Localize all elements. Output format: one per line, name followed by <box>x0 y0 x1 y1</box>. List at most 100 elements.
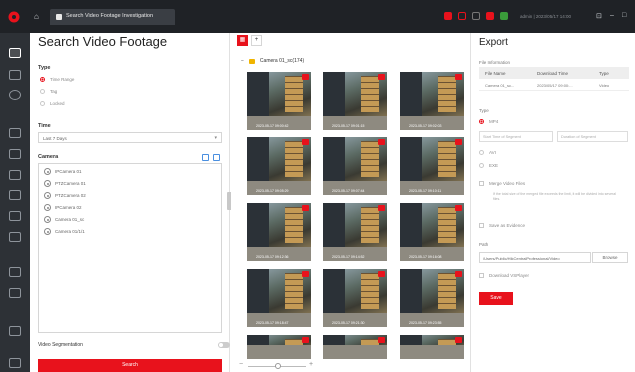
home-icon[interactable]: ⌂ <box>34 12 39 21</box>
video-badge-icon[interactable] <box>302 337 309 343</box>
video-badge-icon[interactable] <box>378 337 385 343</box>
video-thumbnail[interactable]: 2023-05-17 09:05:29 <box>247 137 311 195</box>
type-option-tag[interactable]: Tag <box>40 89 57 94</box>
video-thumbnail[interactable]: 2023-05-17 09:10:11 <box>400 137 464 195</box>
device-icon[interactable] <box>9 232 21 242</box>
video-segmentation-toggle[interactable] <box>218 342 230 348</box>
scene-shelf <box>438 273 456 309</box>
video-thumbnail[interactable] <box>400 335 464 359</box>
camera-icon <box>44 168 51 175</box>
table-cell: Camera 01_sc... <box>485 83 515 88</box>
user-info[interactable]: admin | 2023/05/17 14:00 <box>520 14 571 19</box>
search-button[interactable]: Search <box>38 359 222 372</box>
video-thumbnail[interactable]: 2023-05-17 09:21:30 <box>323 269 387 327</box>
thumbnail-timestamp: 2023-05-17 09:21:30 <box>332 321 365 325</box>
zoom-in-icon[interactable]: + <box>309 361 313 368</box>
video-thumbnail[interactable]: 2023-05-17 09:23:55 <box>400 269 464 327</box>
camera-item[interactable]: IPCamera 02 <box>44 204 82 211</box>
camera-group-icon[interactable] <box>202 154 209 161</box>
storage-icon[interactable] <box>9 211 21 221</box>
camera-item[interactable]: IPCamera 01 <box>44 168 82 175</box>
scene-shade <box>400 72 422 116</box>
video-thumbnail[interactable] <box>323 335 387 359</box>
camera-item[interactable]: Camera 01_sc <box>44 216 84 223</box>
video-badge-icon[interactable] <box>302 271 309 277</box>
search-icon[interactable] <box>9 48 21 58</box>
format-mp4[interactable]: MP4 <box>479 119 498 124</box>
alarm-icon[interactable] <box>444 12 452 20</box>
browse-button[interactable]: Browse <box>592 252 628 263</box>
zoom-out-icon[interactable]: − <box>239 361 243 368</box>
time-select[interactable]: Last 7 Days ▾ <box>38 132 222 143</box>
video-thumbnail[interactable]: 2023-05-17 09:00:42 <box>247 72 311 130</box>
radio-icon <box>479 150 484 155</box>
video-thumbnail[interactable]: 2023-05-17 09:01:15 <box>323 72 387 130</box>
column-header: Type <box>599 71 609 76</box>
map-icon[interactable] <box>9 90 21 100</box>
camera-item[interactable]: PTZCamera 02 <box>44 192 86 199</box>
segment-start-input[interactable]: Start Time of Segment <box>479 131 553 142</box>
video-badge-icon[interactable] <box>302 205 309 211</box>
video-thumbnail[interactable]: 2023-05-17 09:16:08 <box>400 203 464 261</box>
monitor-icon[interactable] <box>9 70 21 80</box>
tab-search-video-footage[interactable]: Search Video Footage Investigation <box>50 9 175 25</box>
type-option-locked[interactable]: Locked <box>40 101 65 106</box>
bell-icon[interactable] <box>472 12 480 20</box>
grid-view-icon[interactable]: ▦ <box>237 35 248 46</box>
screen-icon[interactable] <box>500 12 508 20</box>
event-icon[interactable] <box>9 128 21 138</box>
video-thumbnail[interactable]: 2023-05-17 09:07:44 <box>323 137 387 195</box>
log-icon[interactable] <box>9 149 21 159</box>
tab-label: Search Video Footage Investigation <box>66 13 154 19</box>
video-thumbnail[interactable]: 2023-05-17 09:12:36 <box>247 203 311 261</box>
checkbox-icon <box>479 273 484 278</box>
add-icon[interactable]: + <box>251 35 262 46</box>
table-header: File Name Download Time Type <box>479 67 629 79</box>
path-input[interactable]: /Users/Public/HikCentralProfessional/Vid… <box>479 252 591 263</box>
video-badge-icon[interactable] <box>378 271 385 277</box>
tool-icon[interactable] <box>9 358 21 368</box>
video-badge-icon[interactable] <box>378 139 385 145</box>
zoom-knob[interactable] <box>275 363 281 369</box>
camera-group-heading[interactable]: − Camera 01_sc(174) <box>241 58 304 64</box>
video-badge-icon[interactable] <box>455 74 462 80</box>
vehicle-icon[interactable] <box>9 190 21 200</box>
video-badge-icon[interactable] <box>302 139 309 145</box>
save-button[interactable]: Save <box>479 292 513 305</box>
minimize-icon[interactable]: – <box>610 12 614 19</box>
video-thumbnail[interactable]: 2023-05-17 09:14:52 <box>323 203 387 261</box>
video-badge-icon[interactable] <box>455 337 462 343</box>
message-icon[interactable] <box>486 12 494 20</box>
download-vsplayer-checkbox[interactable]: Download VSPlayer <box>479 273 529 278</box>
thumbnail-timestamp: 2023-05-17 09:00:42 <box>256 124 289 128</box>
video-badge-icon[interactable] <box>378 74 385 80</box>
type-option-time-range[interactable]: Time Range <box>40 77 74 82</box>
video-badge-icon[interactable] <box>455 205 462 211</box>
person-icon[interactable] <box>9 170 21 180</box>
settings-icon[interactable] <box>9 326 21 336</box>
thumbnail-timestamp: 2023-05-17 09:02:03 <box>409 124 442 128</box>
lock-icon[interactable]: ⊡ <box>596 12 602 20</box>
video-badge-icon[interactable] <box>455 271 462 277</box>
video-thumbnail[interactable]: 2023-05-17 09:02:03 <box>400 72 464 130</box>
format-exe[interactable]: EXE <box>479 163 498 168</box>
merge-video-files-checkbox[interactable]: Merge Video Files <box>479 181 525 186</box>
flag-icon[interactable] <box>458 12 466 20</box>
edit-icon[interactable] <box>213 154 220 161</box>
video-thumbnail[interactable]: 2023-05-17 09:18:47 <box>247 269 311 327</box>
camera-item[interactable]: Camera 01/1/1 <box>44 228 85 235</box>
save-as-evidence-checkbox[interactable]: Save as Evidence <box>479 223 525 228</box>
format-avi[interactable]: AVI <box>479 150 496 155</box>
report-icon[interactable] <box>9 267 21 277</box>
file-icon[interactable] <box>9 288 21 298</box>
video-badge-icon[interactable] <box>455 139 462 145</box>
camera-item[interactable]: PTZCamera 01 <box>44 180 86 187</box>
video-thumbnail[interactable] <box>247 335 311 359</box>
segment-duration-input[interactable]: Duration of Segment <box>557 131 628 142</box>
camera-icon <box>44 204 51 211</box>
close-icon[interactable]: □ <box>622 12 626 19</box>
video-badge-icon[interactable] <box>302 74 309 80</box>
export-panel: Export File Information File Name Downlo… <box>470 33 635 372</box>
video-badge-icon[interactable] <box>378 205 385 211</box>
zoom-slider[interactable]: − + <box>239 361 314 369</box>
